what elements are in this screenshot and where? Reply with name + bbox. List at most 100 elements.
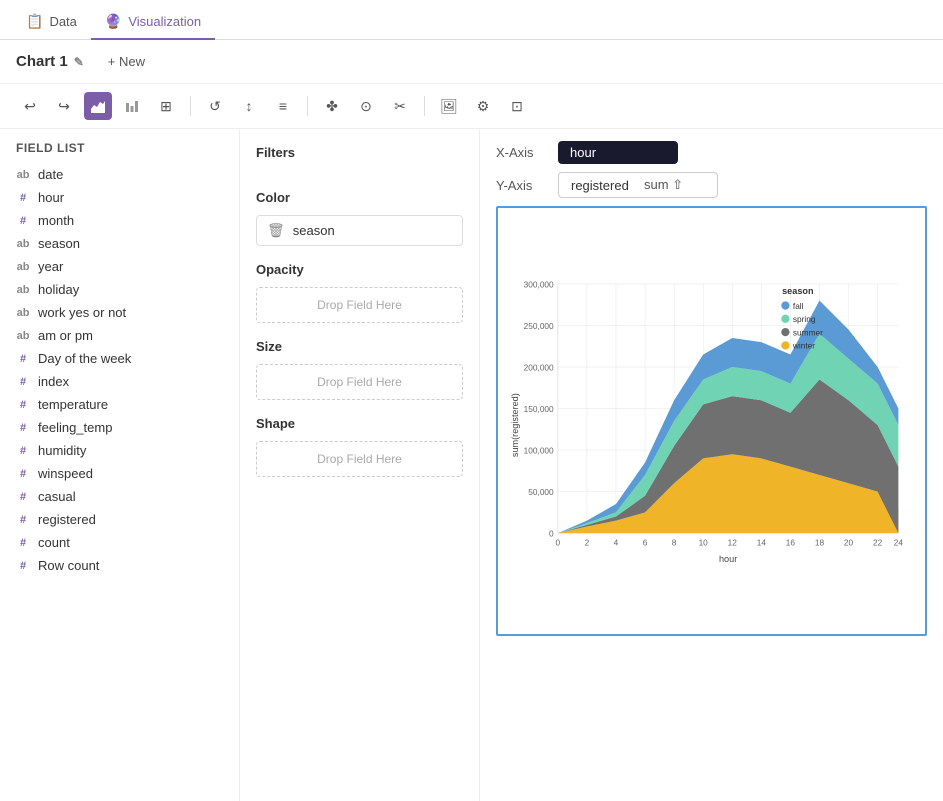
chart-area: 0 50,000 100,000 150,000 200,000 250,000… xyxy=(496,206,927,636)
field-type-registered: # xyxy=(16,514,30,526)
field-name-season: season xyxy=(38,236,80,251)
field-name-winspeed: winspeed xyxy=(38,466,93,481)
svg-text:hour: hour xyxy=(719,554,737,564)
field-name-date: date xyxy=(38,167,63,182)
size-title: Size xyxy=(256,339,463,354)
size-drop-zone[interactable]: Drop Field Here xyxy=(256,364,463,400)
field-name-index: index xyxy=(38,374,69,389)
field-name-holiday: holiday xyxy=(38,282,79,297)
bar-chart-icon xyxy=(125,99,139,113)
yaxis-agg: sum ⇧ xyxy=(637,177,683,193)
field-item-dayofweek[interactable]: # Day of the week xyxy=(0,347,239,370)
field-name-casual: casual xyxy=(38,489,76,504)
xaxis-label: X-Axis xyxy=(496,145,546,160)
field-name-dayofweek: Day of the week xyxy=(38,351,131,366)
field-type-feelingtemp: # xyxy=(16,422,30,434)
edit-chart-title-icon[interactable]: ✎ xyxy=(74,55,84,69)
svg-text:sum(registered): sum(registered) xyxy=(510,393,520,457)
svg-text:200,000: 200,000 xyxy=(524,362,554,372)
field-item-hour[interactable]: # hour xyxy=(0,186,239,209)
chart-type-area-button[interactable] xyxy=(84,92,112,120)
sort-desc-button[interactable]: ≡ xyxy=(269,92,297,120)
svg-text:300,000: 300,000 xyxy=(524,279,554,289)
chart-type-bar-button[interactable] xyxy=(118,92,146,120)
yaxis-value[interactable]: registered sum ⇧ xyxy=(558,172,718,198)
shape-title: Shape xyxy=(256,416,463,431)
svg-text:12: 12 xyxy=(728,538,738,548)
toolbar-separator-2 xyxy=(307,96,308,116)
field-name-humidity: humidity xyxy=(38,443,86,458)
field-item-humidity[interactable]: # humidity xyxy=(0,439,239,462)
opacity-drop-zone[interactable]: Drop Field Here xyxy=(256,287,463,323)
zoom-button[interactable]: ✤ xyxy=(318,92,346,120)
field-item-temperature[interactable]: # temperature xyxy=(0,393,239,416)
color-field-tag[interactable]: 🗑 season xyxy=(256,215,463,246)
yaxis-label: Y-Axis xyxy=(496,178,546,193)
select-button[interactable]: ⊙ xyxy=(352,92,380,120)
svg-text:16: 16 xyxy=(786,538,796,548)
filters-title: Filters xyxy=(256,145,463,160)
chart-title-text: Chart 1 xyxy=(16,53,68,70)
chart-type-layers-button[interactable]: ⊞ xyxy=(152,92,180,120)
svg-text:10: 10 xyxy=(699,538,709,548)
chart-svg: 0 50,000 100,000 150,000 200,000 250,000… xyxy=(508,218,915,624)
tab-data-label: Data xyxy=(49,14,76,29)
svg-text:summer: summer xyxy=(793,327,823,337)
svg-text:0: 0 xyxy=(549,528,554,538)
undo-button[interactable]: ↩ xyxy=(16,92,44,120)
field-item-winspeed[interactable]: # winspeed xyxy=(0,462,239,485)
yaxis-row: Y-Axis registered sum ⇧ xyxy=(496,172,927,198)
svg-text:250,000: 250,000 xyxy=(524,321,554,331)
redo-button[interactable]: ↪ xyxy=(50,92,78,120)
field-name-temperature: temperature xyxy=(38,397,108,412)
color-trash-icon[interactable]: 🗑 xyxy=(267,222,285,239)
svg-text:8: 8 xyxy=(672,538,677,548)
color-title: Color xyxy=(256,190,463,205)
field-name-workday: work yes or not xyxy=(38,305,126,320)
field-item-workday[interactable]: ab work yes or not xyxy=(0,301,239,324)
field-item-index[interactable]: # index xyxy=(0,370,239,393)
toolbar: ↩ ↪ ⊞ ↺ ↕ ≡ ✤ ⊙ ✂ 🖼 ⚙ ⊡ xyxy=(0,84,943,129)
shape-drop-zone[interactable]: Drop Field Here xyxy=(256,441,463,477)
svg-text:fall: fall xyxy=(793,301,804,311)
field-item-feelingtemp[interactable]: # feeling_temp xyxy=(0,416,239,439)
chart-title: Chart 1 ✎ xyxy=(16,53,84,70)
image-button[interactable]: 🖼 xyxy=(435,92,463,120)
field-list-panel: Field List ab date # hour # month ab sea… xyxy=(0,129,240,801)
field-type-winspeed: # xyxy=(16,468,30,480)
field-item-rowcount[interactable]: # Row count xyxy=(0,554,239,577)
svg-text:18: 18 xyxy=(815,538,825,548)
field-name-amorpm: am or pm xyxy=(38,328,93,343)
field-type-season: ab xyxy=(16,238,30,250)
xaxis-row: X-Axis hour xyxy=(496,141,927,164)
field-item-season[interactable]: ab season xyxy=(0,232,239,255)
fullscreen-button[interactable]: ⊡ xyxy=(503,92,531,120)
refresh-button[interactable]: ↺ xyxy=(201,92,229,120)
field-item-casual[interactable]: # casual xyxy=(0,485,239,508)
xaxis-value[interactable]: hour xyxy=(558,141,678,164)
middle-panel: Filters Color 🗑 season Opacity Drop Fiel… xyxy=(240,129,480,801)
field-type-humidity: # xyxy=(16,445,30,457)
field-item-month[interactable]: # month xyxy=(0,209,239,232)
sort-asc-button[interactable]: ↕ xyxy=(235,92,263,120)
new-chart-button[interactable]: + New xyxy=(100,50,153,73)
field-type-count: # xyxy=(16,537,30,549)
svg-text:season: season xyxy=(782,286,814,296)
field-item-amorpm[interactable]: ab am or pm xyxy=(0,324,239,347)
svg-text:14: 14 xyxy=(757,538,767,548)
field-item-registered[interactable]: # registered xyxy=(0,508,239,531)
chart-header: Chart 1 ✎ + New xyxy=(0,40,943,84)
field-item-holiday[interactable]: ab holiday xyxy=(0,278,239,301)
field-list-title: Field List xyxy=(0,141,239,163)
field-item-date[interactable]: ab date xyxy=(0,163,239,186)
settings-button[interactable]: ⚙ xyxy=(469,92,497,120)
toolbar-separator-3 xyxy=(424,96,425,116)
svg-text:22: 22 xyxy=(873,538,883,548)
field-type-rowcount: # xyxy=(16,560,30,572)
tab-visualization[interactable]: 🔮 Visualization xyxy=(91,5,215,40)
filter-by-icon-button[interactable]: ✂ xyxy=(386,92,414,120)
field-item-year[interactable]: ab year xyxy=(0,255,239,278)
tab-data[interactable]: 📋 Data xyxy=(12,5,91,40)
svg-text:winter: winter xyxy=(792,341,815,351)
field-item-count[interactable]: # count xyxy=(0,531,239,554)
